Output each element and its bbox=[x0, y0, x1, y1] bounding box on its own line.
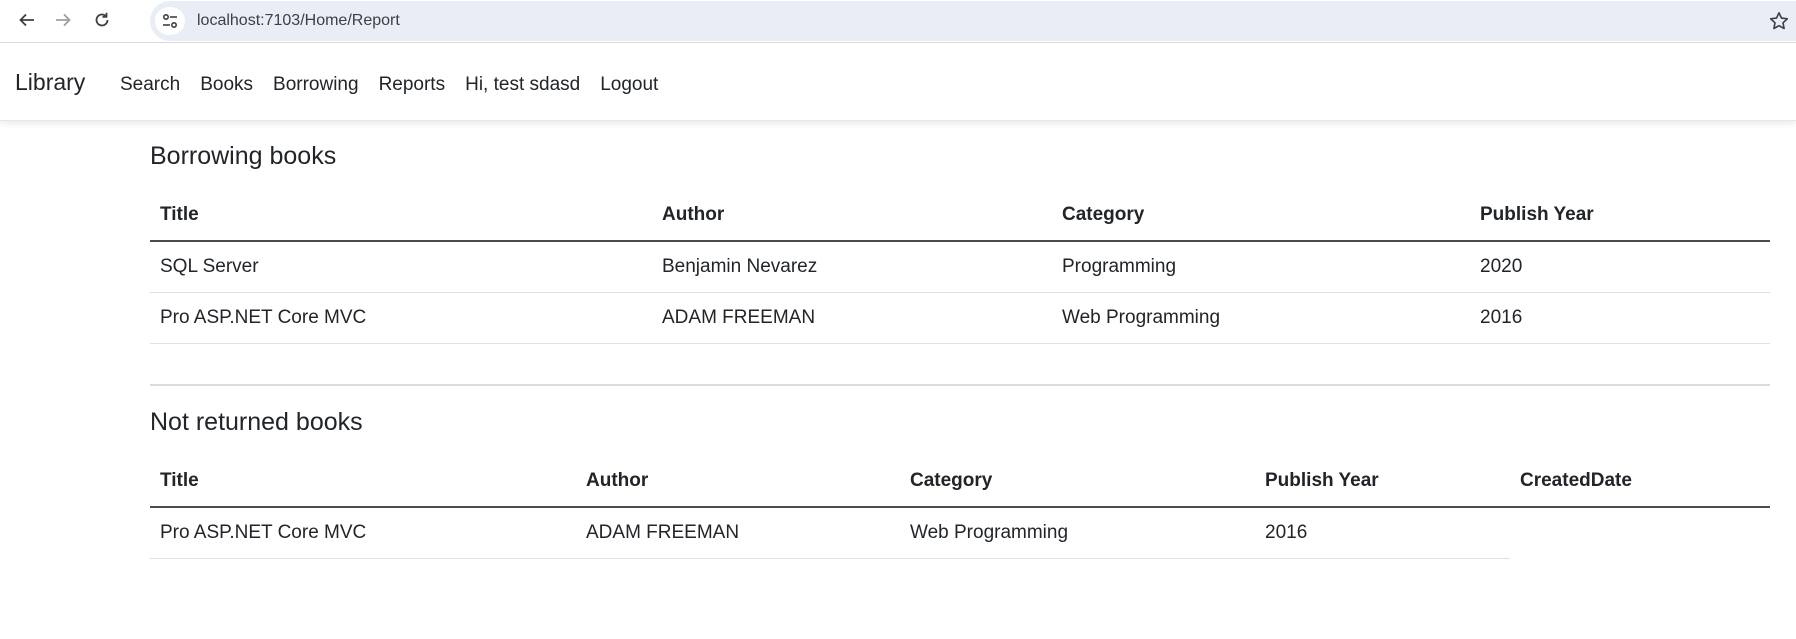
site-info-button[interactable] bbox=[155, 7, 185, 35]
cell-title: Pro ASP.NET Core MVC bbox=[150, 292, 652, 344]
cell-publish-year: 2020 bbox=[1470, 241, 1770, 293]
table-header-row: Title Author Category Publish Year Creat… bbox=[150, 456, 1770, 508]
column-header-title: Title bbox=[150, 190, 652, 242]
table-header-row: Title Author Category Publish Year bbox=[150, 190, 1770, 242]
table-row: Pro ASP.NET Core MVC ADAM FREEMAN Web Pr… bbox=[150, 292, 1770, 344]
not-returned-books-title: Not returned books bbox=[150, 408, 363, 436]
brand-link[interactable]: Library bbox=[15, 71, 85, 94]
nav-link-borrowing[interactable]: Borrowing bbox=[263, 75, 369, 94]
column-header-category: Category bbox=[1052, 190, 1470, 242]
column-header-category: Category bbox=[900, 456, 1255, 508]
cell-publish-year: 2016 bbox=[1255, 507, 1510, 559]
cell-title: Pro ASP.NET Core MVC bbox=[150, 507, 576, 559]
nav-link-reports[interactable]: Reports bbox=[369, 75, 456, 94]
browser-toolbar: localhost:7103/Home/Report bbox=[0, 0, 1796, 43]
cell-category: Web Programming bbox=[900, 507, 1255, 559]
cell-title: SQL Server bbox=[150, 241, 652, 293]
cell-created-date bbox=[1510, 507, 1770, 559]
cell-author: ADAM FREEMAN bbox=[652, 292, 1052, 344]
cell-author: ADAM FREEMAN bbox=[576, 507, 900, 559]
cell-author: Benjamin Nevarez bbox=[652, 241, 1052, 293]
arrow-left-icon bbox=[19, 13, 34, 27]
borrowing-books-table: Title Author Category Publish Year SQL S… bbox=[150, 190, 1770, 344]
nav-links: Search Books Borrowing Reports Hi, test … bbox=[120, 75, 668, 94]
report-content: Borrowing books Title Author Category Pu… bbox=[150, 120, 1770, 559]
back-button[interactable] bbox=[13, 6, 41, 34]
reload-button[interactable] bbox=[88, 6, 116, 34]
reload-icon bbox=[95, 12, 109, 27]
column-header-publish-year: Publish Year bbox=[1470, 190, 1770, 242]
section-divider bbox=[150, 384, 1770, 386]
not-returned-books-table: Title Author Category Publish Year Creat… bbox=[150, 456, 1770, 559]
cell-category: Web Programming bbox=[1052, 292, 1470, 344]
tune-icon bbox=[162, 13, 178, 29]
url-text[interactable]: localhost:7103/Home/Report bbox=[197, 12, 400, 30]
table-row: Pro ASP.NET Core MVC ADAM FREEMAN Web Pr… bbox=[150, 507, 1770, 559]
forward-button[interactable] bbox=[49, 6, 77, 34]
cell-publish-year: 2016 bbox=[1470, 292, 1770, 344]
borrowing-books-title: Borrowing books bbox=[150, 142, 337, 170]
nav-link-books[interactable]: Books bbox=[190, 75, 263, 94]
column-header-author: Author bbox=[576, 456, 900, 508]
column-header-created-date: CreatedDate bbox=[1510, 456, 1770, 508]
table-row: SQL Server Benjamin Nevarez Programming … bbox=[150, 241, 1770, 293]
nav-link-greeting[interactable]: Hi, test sdasd bbox=[455, 75, 590, 94]
nav-link-search[interactable]: Search bbox=[120, 75, 190, 94]
column-header-author: Author bbox=[652, 190, 1052, 242]
address-bar[interactable]: localhost:7103/Home/Report bbox=[150, 1, 1796, 41]
column-header-publish-year: Publish Year bbox=[1255, 456, 1510, 508]
column-header-title: Title bbox=[150, 456, 576, 508]
arrow-right-icon bbox=[56, 13, 71, 27]
app-navbar: Library Search Books Borrowing Reports H… bbox=[0, 43, 1796, 121]
bookmark-star-icon[interactable] bbox=[1768, 10, 1790, 32]
nav-link-logout[interactable]: Logout bbox=[590, 75, 668, 94]
cell-category: Programming bbox=[1052, 241, 1470, 293]
